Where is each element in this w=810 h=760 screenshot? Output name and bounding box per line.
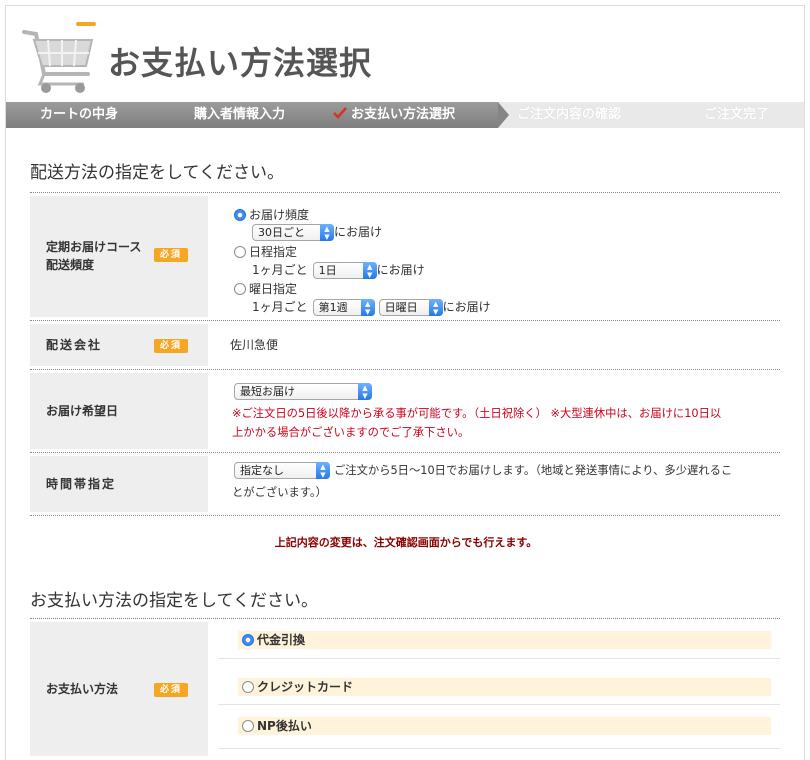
- payment-option-cod[interactable]: 代金引換: [238, 631, 771, 649]
- carrier-value: 佐川急便: [230, 338, 279, 352]
- time-slot-select[interactable]: 指定なし ▲ ▼: [234, 462, 330, 479]
- check-icon: [333, 107, 347, 119]
- frequency-options: お届け頻度 30日ごと ▲ ▼ にお届け 日程指定 1ヶ月ごと 1日 ▲ ▼ にお届け 曜日指…: [230, 206, 790, 318]
- frequency-option-date[interactable]: 日程指定: [234, 243, 297, 260]
- step-complete: ご注文完了: [704, 107, 770, 122]
- time-slot-note-1: ご注文から5日〜10日でお届けします。（地域と発送事情により、多少遅れるこ: [334, 464, 733, 477]
- desired-date-note-2: 上かかる場合がございますのでご了承下さい。: [232, 426, 470, 439]
- select-arrow-icon: ▲ ▼: [360, 299, 375, 316]
- desired-date-select[interactable]: 最短お届け ▲ ▼: [234, 383, 372, 400]
- required-badge: 必須: [154, 248, 188, 262]
- page-title: お支払い方法選択: [108, 44, 373, 82]
- payment-option-np[interactable]: NP後払い: [238, 717, 771, 735]
- desired-date-label-cell: お届け希望日: [30, 373, 208, 449]
- required-badge: 必須: [154, 339, 188, 353]
- frequency-label: 定期お届けコース 配送頻度: [46, 240, 142, 272]
- time-slot-label-cell: 時間帯指定: [30, 456, 208, 512]
- radio-credit-card[interactable]: [242, 681, 254, 693]
- radio-interval[interactable]: [234, 209, 246, 221]
- time-slot-label: 時間帯指定: [46, 477, 117, 491]
- payment-label-cell: お支払い方法 必須: [30, 622, 208, 756]
- desired-date-note-1: ※ご注文日の5日後以降から承る事が可能です。（土日祝除く） ※大型連休中は、お届…: [232, 407, 722, 420]
- frequency-option-weekday[interactable]: 曜日指定: [234, 280, 297, 297]
- step-confirm: ご注文内容の確認: [517, 107, 622, 122]
- carrier-label-cell: 配送会社 必須: [30, 324, 208, 366]
- required-badge: 必須: [154, 683, 188, 697]
- desired-date-label: お届け希望日: [46, 404, 119, 418]
- time-slot-cell: 指定なし ▲ ▼ ご注文から5日〜10日でお届けします。（地域と発送事情により、多少遅…: [230, 462, 786, 508]
- radio-np[interactable]: [242, 720, 254, 732]
- select-arrow-icon: ▲ ▼: [428, 299, 443, 316]
- payment-option-credit-card[interactable]: クレジットカード: [238, 678, 771, 696]
- date-select[interactable]: 1日 ▲ ▼: [312, 262, 377, 279]
- change-notice: 上記内容の変更は、注文確認画面からでも行えます。: [274, 536, 538, 549]
- frequency-label-cell: 定期お届けコース 配送頻度 必須: [30, 196, 208, 317]
- radio-cod[interactable]: [242, 634, 254, 646]
- shopping-cart-icon: [22, 22, 96, 93]
- page-header: お支払い方法選択: [6, 6, 804, 102]
- weekday-select[interactable]: 日曜日 ▲ ▼: [378, 299, 443, 316]
- select-arrow-icon: ▲ ▼: [362, 262, 377, 279]
- carrier-label: 配送会社: [46, 338, 103, 352]
- step-buyer-info: 購入者情報入力: [194, 107, 286, 122]
- time-slot-note-2: とがございます。）: [232, 486, 327, 499]
- select-arrow-icon: ▲ ▼: [358, 383, 372, 400]
- frequency-option-interval[interactable]: お届け頻度: [234, 206, 309, 223]
- desired-date-cell: 最短お届け ▲ ▼ ※ご注文日の5日後以降から承る事が可能です。（土日祝除く） ※大…: [230, 383, 786, 443]
- page-frame: お支払い方法選択 カートの中身 購入者情報入力 お支払い方法選択 ご注文内容の確…: [5, 5, 805, 760]
- radio-weekday[interactable]: [234, 283, 246, 295]
- payment-section-title: お支払い方法の指定をしてください。: [30, 591, 318, 611]
- radio-date[interactable]: [234, 246, 246, 258]
- checkout-steps: カートの中身 購入者情報入力 お支払い方法選択 ご注文内容の確認 ご注文完了: [6, 102, 804, 128]
- select-arrow-icon: ▲ ▼: [316, 462, 330, 479]
- week-select[interactable]: 第1週 ▲ ▼: [312, 299, 375, 316]
- payment-label: お支払い方法: [46, 682, 119, 696]
- step-cart: カートの中身: [40, 107, 119, 122]
- shipping-section-title: 配送方法の指定をしてください。: [30, 163, 284, 183]
- step-payment: お支払い方法選択: [333, 102, 455, 128]
- interval-select[interactable]: 30日ごと ▲ ▼: [252, 224, 334, 241]
- select-arrow-icon: ▲ ▼: [320, 224, 334, 241]
